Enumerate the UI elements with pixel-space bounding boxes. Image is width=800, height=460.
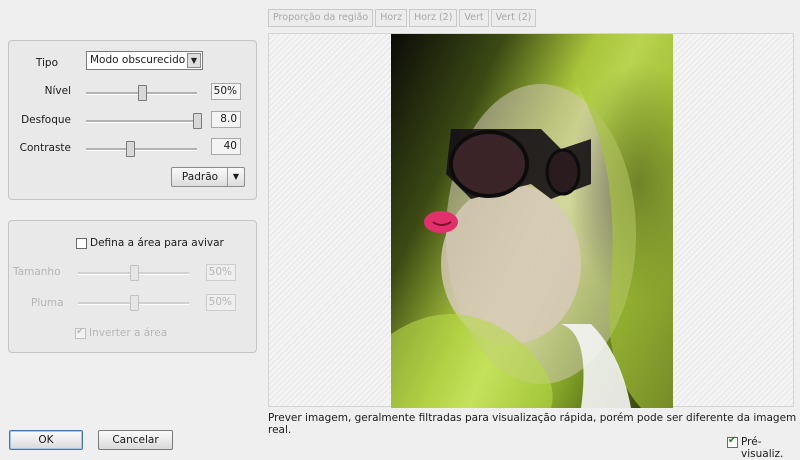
- tab-vert-2[interactable]: Vert (2): [490, 9, 537, 27]
- invert-area-checkbox[interactable]: ✔: [75, 326, 86, 339]
- tab-region-proportion[interactable]: Proporção da região: [268, 9, 374, 27]
- blur-slider[interactable]: [86, 113, 202, 129]
- cancel-button[interactable]: Cancelar: [98, 430, 173, 450]
- chevron-down-icon[interactable]: ▼: [227, 168, 244, 186]
- feather-label: Pluma: [31, 297, 64, 309]
- feather-slider[interactable]: [78, 295, 189, 311]
- blur-slider-thumb[interactable]: [193, 113, 202, 129]
- define-area-checkbox[interactable]: [76, 238, 87, 249]
- contrast-value[interactable]: 40: [211, 138, 241, 155]
- type-select-value: Modo obscurecido: [90, 54, 186, 66]
- contrast-slider[interactable]: [86, 141, 197, 157]
- contrast-slider-thumb[interactable]: [126, 141, 136, 157]
- size-value[interactable]: 50%: [206, 264, 236, 281]
- level-slider-thumb[interactable]: [137, 85, 147, 101]
- level-label: Nível: [44, 85, 71, 97]
- chevron-down-icon[interactable]: ▼: [187, 53, 201, 68]
- type-label: Tipo: [35, 57, 58, 69]
- level-value[interactable]: 50%: [211, 83, 241, 100]
- preview-image: [391, 34, 673, 408]
- tab-horz-2[interactable]: Horz (2): [409, 9, 458, 27]
- blur-label: Desfoque: [21, 114, 71, 126]
- blur-value[interactable]: 8.0: [211, 111, 241, 128]
- feather-slider-thumb[interactable]: [129, 295, 139, 311]
- effect-settings-group: Tipo Modo obscurecido ▼ Nível 50% Desfoq…: [8, 40, 257, 200]
- portrait-illustration: [391, 34, 673, 408]
- sharpen-area-group: Defina a área para avivar Tamanho 50% Pl…: [8, 220, 257, 353]
- preview-toggle-checkbox[interactable]: ✔: [727, 435, 738, 448]
- type-select[interactable]: Modo obscurecido ▼: [86, 51, 203, 70]
- default-button[interactable]: Padrão: [172, 168, 228, 186]
- preview-caption: Prever imagem, geralmente filtradas para…: [268, 412, 797, 436]
- default-split-button[interactable]: Padrão ▼: [171, 167, 245, 187]
- preview-area: [268, 33, 794, 408]
- define-area-label: Defina a área para avivar: [90, 237, 224, 249]
- invert-area-label: Inverter a área: [89, 327, 168, 339]
- size-label: Tamanho: [13, 266, 61, 278]
- check-icon: ✔: [728, 435, 737, 446]
- size-slider-thumb[interactable]: [129, 265, 139, 281]
- tab-vert[interactable]: Vert: [459, 9, 489, 27]
- contrast-label: Contraste: [19, 142, 71, 154]
- check-icon: ✔: [76, 326, 85, 337]
- level-slider[interactable]: [86, 85, 197, 101]
- region-tabs: Proporção da região Horz Horz (2) Vert V…: [268, 9, 537, 27]
- preview-toggle-label: Pré-visualiz.: [741, 436, 784, 460]
- feather-value[interactable]: 50%: [206, 294, 236, 311]
- tab-horz[interactable]: Horz: [375, 9, 408, 27]
- size-slider[interactable]: [78, 265, 189, 281]
- ok-button[interactable]: OK: [9, 430, 83, 450]
